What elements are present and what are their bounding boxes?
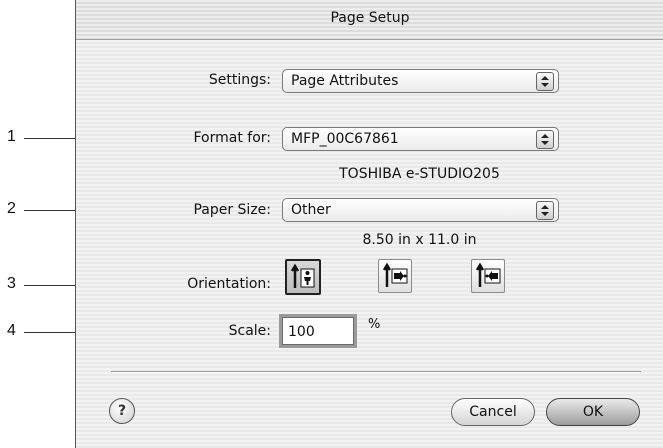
popup-arrows-icon — [536, 72, 554, 91]
ok-button[interactable]: OK — [546, 398, 640, 426]
callout-2: 2 — [7, 200, 16, 217]
format-for-value: MFP_00C67861 — [291, 131, 399, 147]
format-for-popup[interactable]: MFP_00C67861 — [282, 127, 559, 151]
dialog-title: Page Setup — [330, 10, 410, 26]
scale-input[interactable]: 100 — [282, 317, 354, 345]
title-bar[interactable]: Page Setup — [76, 0, 663, 40]
orientation-label: Orientation: — [187, 276, 271, 292]
popup-arrows-icon — [536, 130, 554, 149]
paper-size-popup[interactable]: Other — [282, 198, 559, 222]
callout-4: 4 — [7, 322, 16, 339]
scale-unit: % — [368, 317, 381, 332]
settings-value: Page Attributes — [291, 73, 399, 89]
landscape-right-orientation-icon — [475, 262, 501, 287]
orientation-landscape-right-button[interactable] — [471, 259, 505, 293]
callout-1: 1 — [7, 128, 16, 145]
paper-size-label: Paper Size: — [193, 202, 271, 218]
paper-dimensions: 8.50 in x 11.0 in — [362, 232, 477, 248]
cancel-button[interactable]: Cancel — [451, 398, 535, 426]
orientation-landscape-left-button[interactable] — [378, 259, 412, 293]
divider — [111, 371, 641, 373]
scale-label: Scale: — [228, 323, 271, 339]
settings-label: Settings: — [208, 72, 271, 88]
format-for-label: Format for: — [193, 130, 271, 146]
paper-size-value: Other — [291, 202, 331, 218]
callout-3: 3 — [7, 275, 16, 292]
orientation-portrait-button[interactable] — [285, 259, 321, 295]
help-button[interactable]: ? — [109, 398, 135, 424]
landscape-left-orientation-icon — [382, 262, 408, 287]
portrait-orientation-icon — [290, 263, 315, 288]
page-setup-dialog: Page Setup Settings: Page Attributes For… — [75, 0, 663, 448]
printer-description: TOSHIBA e-STUDIO205 — [339, 166, 500, 182]
popup-arrows-icon — [536, 201, 554, 220]
settings-popup[interactable]: Page Attributes — [282, 69, 559, 93]
